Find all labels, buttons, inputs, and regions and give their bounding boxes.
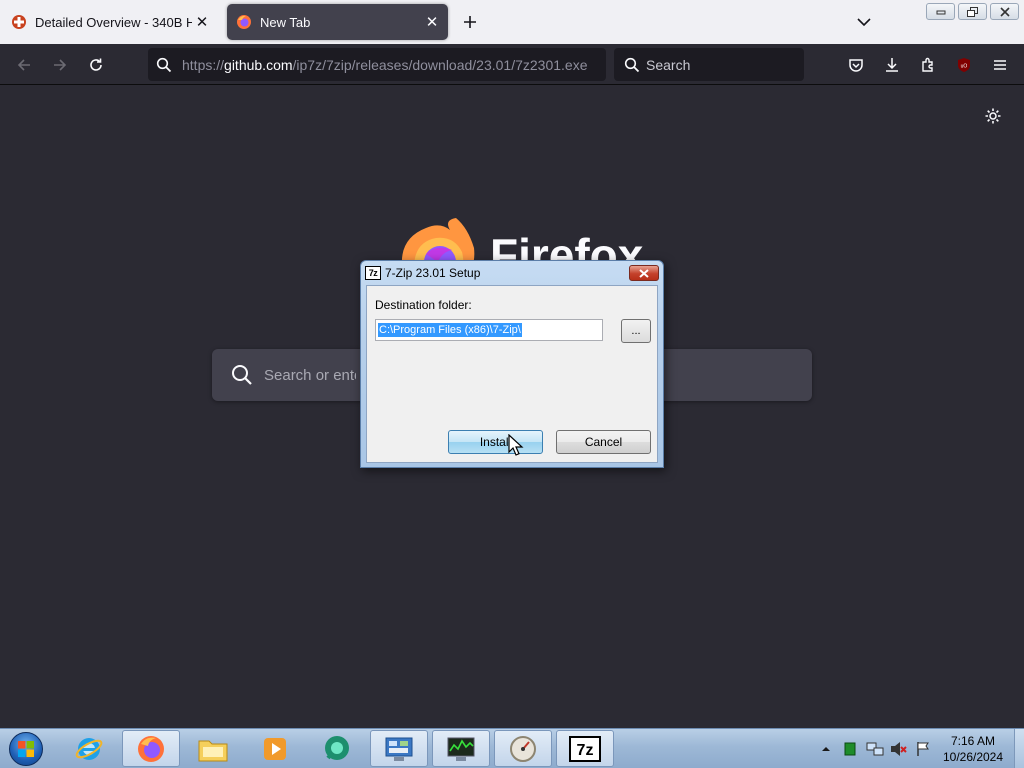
back-button[interactable] [10, 51, 38, 79]
url-text: https://github.com/ip7z/7zip/releases/do… [182, 57, 588, 73]
show-desktop-button[interactable] [1014, 729, 1024, 768]
forward-arrow-icon [54, 59, 67, 71]
taskbar-7zip[interactable]: 7z [556, 730, 614, 767]
pocket-button[interactable] [842, 51, 870, 79]
start-button[interactable] [6, 731, 46, 767]
tab-new-tab[interactable]: New Tab ✕ [227, 4, 448, 40]
windows-taskbar: 7z 7:16 AM 10/26/2024 [0, 728, 1024, 768]
search-bar[interactable]: Search [614, 48, 804, 81]
dialog-title-bar[interactable]: 7z 7-Zip 23.01 Setup [361, 261, 663, 285]
firefox-icon [138, 735, 164, 762]
close-icon [999, 6, 1010, 17]
destination-folder-input[interactable]: C:\Program Files (x86)\7-Zip\ [375, 319, 603, 341]
taskbar-control-panel[interactable] [370, 730, 428, 767]
green-square-icon [844, 742, 856, 756]
tab-title: New Tab [260, 14, 311, 30]
restore-icon [966, 6, 978, 17]
dialog-title: 7-Zip 23.01 Setup [385, 266, 481, 280]
chevron-down-icon [857, 18, 871, 27]
search-placeholder: Search or ente [264, 366, 356, 384]
tab-title: Detailed Overview - 340B Health [35, 14, 192, 30]
show-hidden-icons-button[interactable] [818, 729, 834, 768]
close-window-button[interactable] [990, 3, 1019, 20]
clock-time: 7:16 AM [950, 734, 996, 748]
internet-explorer-icon [75, 737, 103, 760]
taskbar-system-tool[interactable] [494, 730, 552, 767]
clock-date: 10/26/2024 [942, 750, 1004, 764]
navigation-toolbar: https://github.com/ip7z/7zip/releases/do… [0, 44, 1024, 85]
tab-340b-health[interactable]: Detailed Overview - 340B Health ✕ [6, 4, 218, 40]
control-panel-icon [385, 737, 413, 761]
customize-new-tab-button[interactable] [981, 104, 1005, 128]
install-button[interactable]: Install [448, 430, 543, 454]
svg-text:uO: uO [961, 64, 968, 70]
app-menu-button[interactable] [986, 51, 1014, 79]
taskbar-task-manager[interactable] [432, 730, 490, 767]
search-placeholder: Search [646, 56, 691, 73]
network-icon [866, 742, 884, 756]
close-icon [639, 268, 649, 278]
destination-folder-value: C:\Program Files (x86)\7-Zip\ [378, 323, 522, 337]
folder-icon [198, 740, 228, 761]
tray-network-icon[interactable] [864, 729, 886, 768]
hamburger-menu-icon [994, 60, 1006, 70]
search-icon [154, 55, 174, 75]
windows-logo-icon [9, 732, 43, 766]
ublock-shield-icon: uO [958, 58, 970, 72]
ublock-origin-button[interactable]: uO [950, 51, 978, 79]
taskbar-chat-app[interactable] [308, 730, 366, 767]
url-scheme: https:// [182, 56, 225, 73]
url-path: /ip7z/7zip/releases/download/23.01/7z230… [292, 56, 588, 73]
search-icon [622, 55, 642, 75]
chat-bubble-icon [325, 735, 349, 760]
task-manager-icon [447, 737, 475, 761]
gear-icon [985, 108, 1001, 124]
taskbar-media-player[interactable] [246, 730, 304, 767]
taskbar-file-explorer[interactable] [184, 730, 242, 767]
list-all-tabs-button[interactable] [852, 10, 876, 34]
7zip-app-icon: 7z [365, 266, 381, 280]
taskbar-firefox[interactable] [122, 730, 180, 767]
system-clock[interactable]: 7:16 AM 10/26/2024 [936, 733, 1010, 765]
puzzle-piece-icon [922, 57, 933, 72]
minimize-icon [936, 10, 945, 14]
media-player-icon [264, 737, 286, 760]
speaker-muted-icon [891, 742, 907, 756]
close-tab-icon[interactable]: ✕ [422, 12, 442, 32]
flag-icon [917, 742, 929, 756]
mouse-pointer-icon [508, 433, 524, 456]
destination-folder-label: Destination folder: [375, 298, 472, 312]
back-arrow-icon [17, 59, 30, 71]
reload-icon [90, 58, 102, 71]
7zip-icon: 7z [569, 735, 601, 762]
url-host: github.com [224, 56, 293, 73]
extensions-button[interactable] [914, 51, 942, 79]
chevron-up-icon [822, 747, 830, 751]
plus-icon [464, 16, 476, 28]
browse-folder-button[interactable]: ... [621, 319, 651, 343]
cancel-button[interactable]: Cancel [556, 430, 651, 454]
address-bar[interactable]: https://github.com/ip7z/7zip/releases/do… [148, 48, 606, 81]
download-icon [886, 58, 898, 72]
search-icon [230, 363, 254, 387]
dialog-close-button[interactable] [629, 265, 659, 281]
tray-app-icon[interactable] [840, 729, 860, 768]
gauge-icon [510, 735, 536, 762]
new-tab-button[interactable] [458, 10, 482, 34]
downloads-button[interactable] [878, 51, 906, 79]
tray-action-center-icon[interactable] [912, 729, 934, 768]
7zip-icon-text: 7z [577, 742, 594, 759]
firefox-favicon-icon [235, 13, 253, 31]
tray-volume-muted-icon[interactable] [888, 729, 910, 768]
restore-window-button[interactable] [958, 3, 987, 20]
close-tab-icon[interactable]: ✕ [192, 12, 212, 32]
tab-strip: Detailed Overview - 340B Health ✕ New Ta… [0, 0, 1024, 44]
reload-button[interactable] [82, 51, 110, 79]
forward-button[interactable] [46, 51, 74, 79]
340b-health-favicon-icon [10, 13, 28, 31]
pocket-icon [849, 59, 863, 72]
taskbar-internet-explorer[interactable] [60, 730, 118, 767]
minimize-window-button[interactable] [926, 3, 955, 20]
